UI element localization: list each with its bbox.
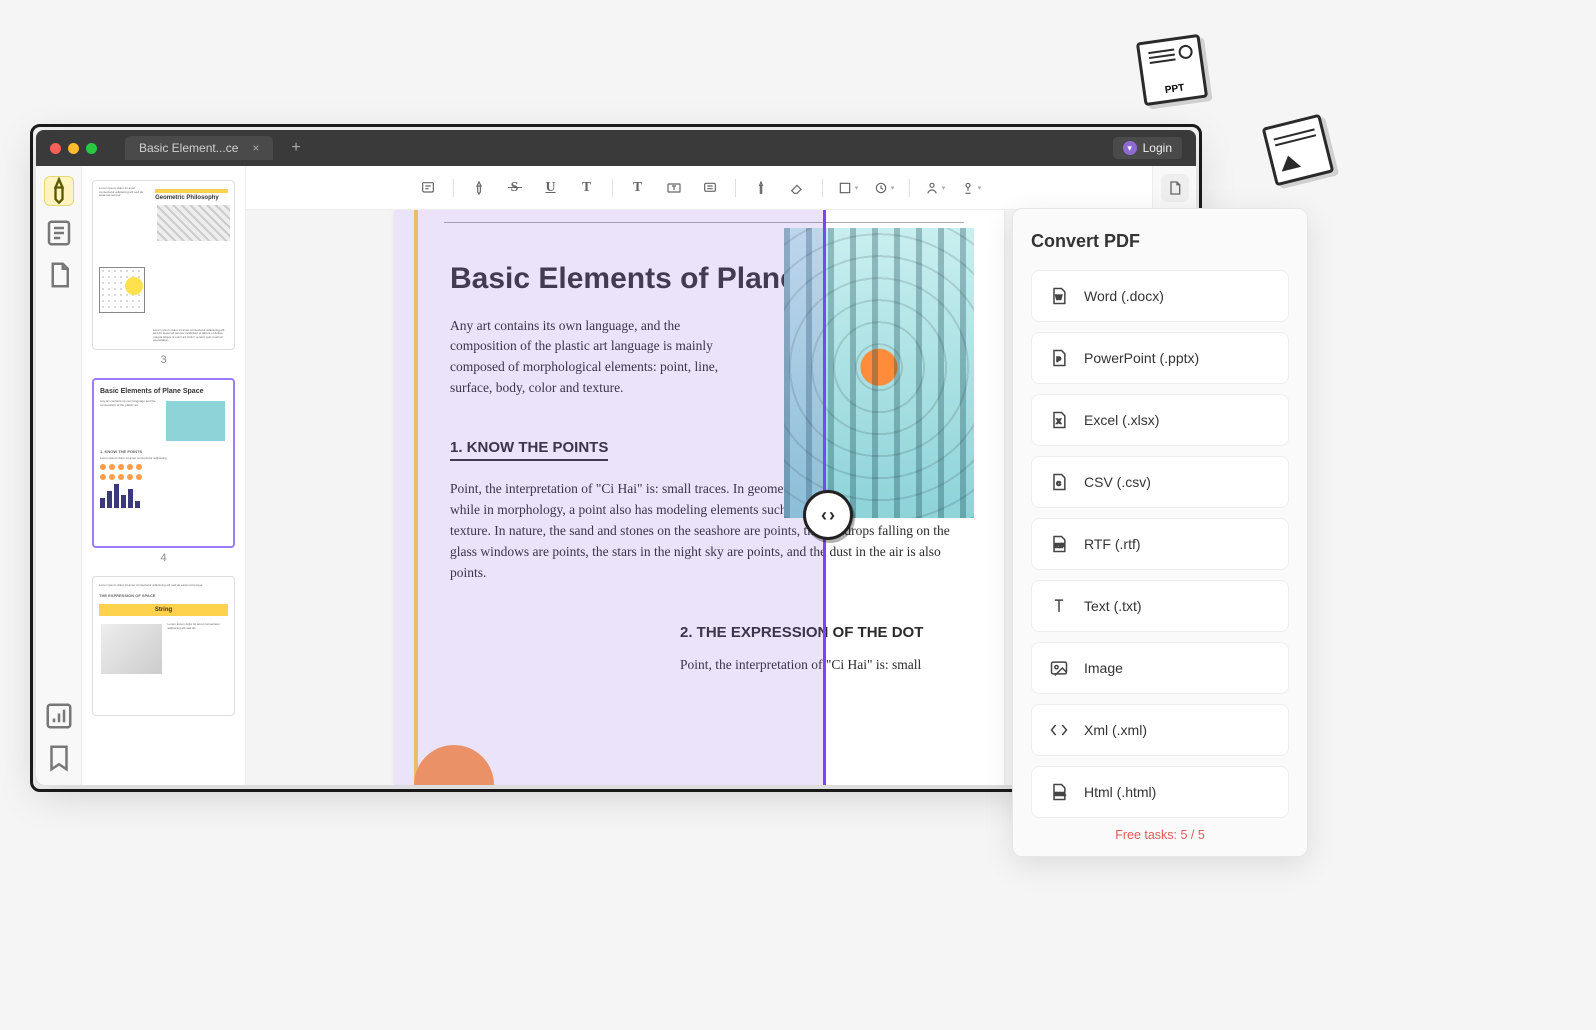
convert-option-word[interactable]: W Word (.docx) bbox=[1031, 270, 1289, 322]
page-tool-icon[interactable] bbox=[44, 260, 74, 290]
window-controls[interactable] bbox=[50, 143, 97, 154]
highlight-tool-icon[interactable] bbox=[44, 176, 74, 206]
thumbnail-number: 3 bbox=[92, 354, 235, 366]
word-file-icon: W bbox=[1048, 285, 1070, 307]
decorative-circle bbox=[414, 745, 494, 785]
convert-panel-toggle-icon[interactable] bbox=[1161, 174, 1189, 202]
titlebar: Basic Element...ce × + ▾ Login bbox=[36, 130, 1196, 166]
image-file-icon bbox=[1048, 657, 1070, 679]
bookmark-tool-icon[interactable] bbox=[44, 743, 74, 773]
txt-file-icon bbox=[1048, 595, 1070, 617]
svg-text:W: W bbox=[1056, 294, 1063, 301]
svg-text:RTF: RTF bbox=[1055, 543, 1065, 549]
annotation-toolbar: S U T T bbox=[246, 166, 1152, 210]
convert-option-label: Html (.html) bbox=[1084, 784, 1156, 800]
ppt-file-icon: P bbox=[1048, 347, 1070, 369]
thumbnail-panel: Lorem ipsum dolor sit amet consectetur a… bbox=[82, 166, 246, 785]
chevron-right-icon: › bbox=[829, 505, 835, 526]
login-label: Login bbox=[1143, 141, 1172, 155]
close-window-icon[interactable] bbox=[50, 143, 61, 154]
note-icon[interactable] bbox=[417, 177, 439, 199]
convert-option-label: Excel (.xlsx) bbox=[1084, 412, 1159, 428]
close-tab-icon[interactable]: × bbox=[252, 141, 259, 155]
link-icon[interactable] bbox=[960, 177, 982, 199]
intro-paragraph: Any art contains its own language, and t… bbox=[450, 316, 740, 400]
page-thumbnail[interactable]: Lorem ipsum dolor sit amet consectetur a… bbox=[92, 576, 235, 716]
convert-option-label: RTF (.rtf) bbox=[1084, 536, 1141, 552]
convert-pdf-panel: Convert PDF W Word (.docx) P PowerPoint (.p… bbox=[1012, 208, 1308, 857]
pencil-icon[interactable] bbox=[750, 177, 772, 199]
excel-file-icon: X bbox=[1048, 409, 1070, 431]
new-tab-button[interactable]: + bbox=[291, 139, 300, 157]
squiggly-icon[interactable]: T bbox=[576, 177, 598, 199]
convert-option-ppt[interactable]: P PowerPoint (.pptx) bbox=[1031, 332, 1289, 384]
underline-icon[interactable]: U bbox=[540, 177, 562, 199]
decorative-image-sketch bbox=[1262, 114, 1335, 187]
convert-option-txt[interactable]: Text (.txt) bbox=[1031, 580, 1289, 632]
svg-text:X: X bbox=[1057, 418, 1062, 425]
strikethrough-icon[interactable]: S bbox=[504, 177, 526, 199]
convert-panel-title: Convert PDF bbox=[1031, 231, 1289, 252]
login-button[interactable]: ▾ Login bbox=[1113, 137, 1182, 159]
svg-text:C: C bbox=[1057, 481, 1062, 487]
convert-option-xml[interactable]: Xml (.xml) bbox=[1031, 704, 1289, 756]
eraser-icon[interactable] bbox=[786, 177, 808, 199]
document-page: Basic Elements of Plane Space Any art co… bbox=[394, 210, 1004, 785]
page-thumbnail[interactable]: Lorem ipsum dolor sit amet consectetur a… bbox=[92, 180, 235, 350]
tab-label: Basic Element...ce bbox=[139, 141, 238, 155]
convert-option-html[interactable]: HTML Html (.html) bbox=[1031, 766, 1289, 818]
thumbnail-number: 4 bbox=[92, 552, 235, 564]
convert-option-rtf[interactable]: RTF RTF (.rtf) bbox=[1031, 518, 1289, 570]
chevron-left-icon: ‹ bbox=[821, 505, 827, 526]
xml-file-icon bbox=[1048, 719, 1070, 741]
document-tab[interactable]: Basic Element...ce × bbox=[125, 136, 273, 160]
maximize-window-icon[interactable] bbox=[86, 143, 97, 154]
tool-sidebar bbox=[36, 166, 82, 785]
textbox-icon[interactable] bbox=[663, 177, 685, 199]
html-file-icon: HTML bbox=[1048, 781, 1070, 803]
svg-text:HTML: HTML bbox=[1054, 791, 1066, 796]
free-tasks-label: Free tasks: 5 / 5 bbox=[1031, 828, 1289, 842]
csv-file-icon: C bbox=[1048, 471, 1070, 493]
page-thumbnail[interactable]: Basic Elements of Plane Space Any art co… bbox=[92, 378, 235, 548]
stats-tool-icon[interactable] bbox=[44, 701, 74, 731]
comparison-slider-handle[interactable]: ‹ › bbox=[803, 490, 853, 540]
form-tool-icon[interactable] bbox=[44, 218, 74, 248]
shape-icon[interactable] bbox=[837, 177, 859, 199]
convert-option-excel[interactable]: X Excel (.xlsx) bbox=[1031, 394, 1289, 446]
stamp-icon[interactable] bbox=[873, 177, 895, 199]
convert-option-label: Image bbox=[1084, 660, 1123, 676]
section-heading: 1. KNOW THE POINTS bbox=[450, 439, 608, 461]
convert-option-csv[interactable]: C CSV (.csv) bbox=[1031, 456, 1289, 508]
convert-option-image[interactable]: Image bbox=[1031, 642, 1289, 694]
hero-image bbox=[784, 228, 974, 518]
svg-text:P: P bbox=[1057, 356, 1062, 363]
convert-option-label: Word (.docx) bbox=[1084, 288, 1164, 304]
decorative-ppt-sketch: PPT bbox=[1136, 34, 1208, 106]
convert-option-label: Text (.txt) bbox=[1084, 598, 1142, 614]
convert-option-label: CSV (.csv) bbox=[1084, 474, 1151, 490]
user-avatar-icon: ▾ bbox=[1123, 141, 1137, 155]
signature-icon[interactable] bbox=[924, 177, 946, 199]
text-icon[interactable]: T bbox=[627, 177, 649, 199]
minimize-window-icon[interactable] bbox=[68, 143, 79, 154]
highlight-icon[interactable] bbox=[468, 177, 490, 199]
rtf-file-icon: RTF bbox=[1048, 533, 1070, 555]
section-heading: 2. THE EXPRESSION OF THE DOT bbox=[680, 624, 954, 641]
convert-option-label: PowerPoint (.pptx) bbox=[1084, 350, 1199, 366]
body-paragraph: Point, the interpretation of "Ci Hai" is… bbox=[680, 655, 954, 676]
convert-option-label: Xml (.xml) bbox=[1084, 722, 1147, 738]
callout-icon[interactable] bbox=[699, 177, 721, 199]
